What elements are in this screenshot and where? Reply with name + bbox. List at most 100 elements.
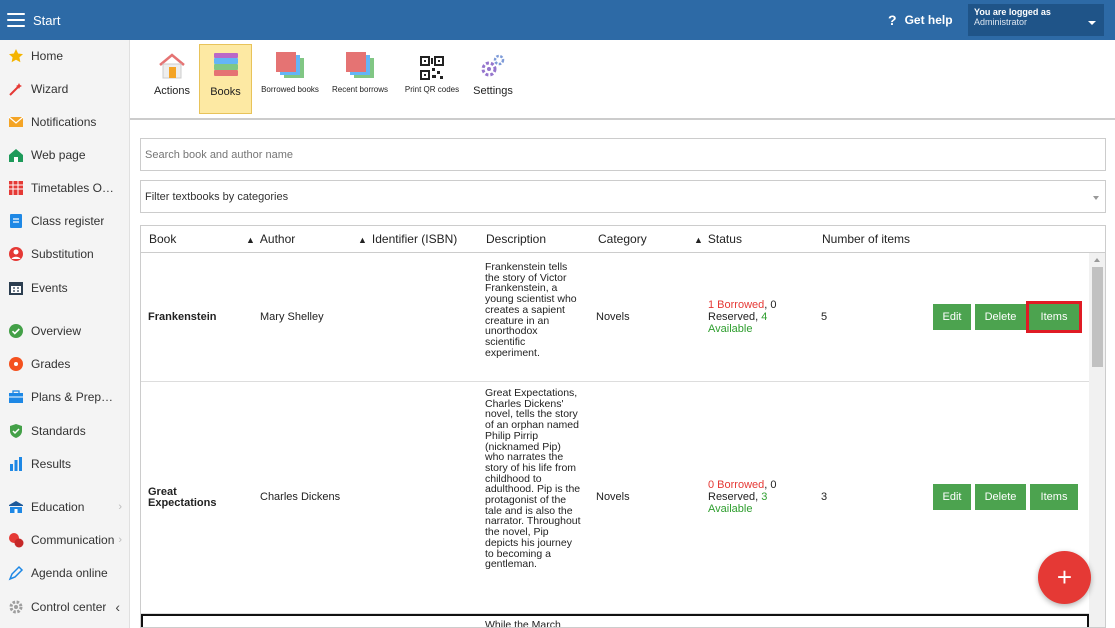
bar-chart-icon [8,456,24,472]
sidebar-item-timetables[interactable]: Timetables Onl... [0,174,130,202]
sidebar-item-label: Communication [31,533,115,547]
sidebar-item-label: Results [31,457,72,471]
sidebar-item-class-register[interactable]: Class register [0,207,130,235]
scroll-up-icon[interactable] [1094,258,1100,262]
add-book-button[interactable]: + [1038,551,1091,604]
sidebar-item-web-page[interactable]: Web page [0,141,130,169]
sidebar-item-label: Plans & Prepar... [31,390,117,404]
column-header-author-label: Author [259,232,296,246]
sidebar-item-overview[interactable]: Overview [0,317,130,345]
school-icon [8,499,24,515]
star-icon [8,48,24,64]
gear-icon [8,599,24,615]
borrowed-books-icon [274,50,306,80]
chevron-down-icon [1093,196,1099,200]
toolbar-books-label: Books [210,86,241,98]
toolbar-borrowed-label: Borrowed books [261,85,319,94]
book-status: 1 Borrowed, 0 Reserved, 4 Available [708,299,777,335]
user-logged-label: You are logged as [974,7,1051,17]
book-status: 0 Borrowed, 0 Reserved, 3 Available [708,479,777,515]
calendar-grid-icon [8,180,24,196]
table-row-selected[interactable]: While the March [141,614,1089,627]
envelope-icon [8,114,24,130]
sidebar-item-label: Control center [31,600,107,614]
column-header-description[interactable]: Description [486,232,546,246]
sidebar-item-plans[interactable]: Plans & Prepar... [0,383,130,411]
app-title[interactable]: Start [33,13,60,28]
column-header-author[interactable]: ▲ Author [246,232,295,246]
sidebar-item-label: Grades [31,357,71,371]
sidebar-item-standards[interactable]: Standards [0,417,130,445]
table-scrollbar[interactable] [1089,253,1105,627]
sidebar-item-label: Standards [31,424,86,438]
edit-button[interactable]: Edit [933,304,971,330]
sort-asc-icon: ▲ [358,235,367,245]
sidebar-item-agenda[interactable]: Agenda online [0,559,130,587]
door-house-icon [158,50,186,80]
sort-asc-icon: ▲ [694,235,703,245]
items-button[interactable]: Items [1030,484,1078,510]
sidebar-item-grades[interactable]: Grades [0,350,130,378]
book-description: Frankenstein tells the story of Victor F… [485,261,577,359]
chevron-left-icon[interactable]: ‹ [115,599,120,615]
toolbar-actions-label: Actions [153,85,191,97]
column-header-book[interactable]: Book [149,232,176,246]
sidebar-item-events[interactable]: Events [0,274,130,302]
sidebar-item-communication[interactable]: Communication › [0,526,130,554]
item-count: 5 [821,311,828,323]
user-menu[interactable]: You are logged as Administrator [968,4,1104,36]
shield-check-icon [8,423,24,439]
chevron-right-icon: › [118,534,122,546]
toolbar-recent-button[interactable]: Recent borrows [329,44,391,114]
chat-icon [8,532,24,548]
user-role: Administrator [974,17,1028,27]
book-category: Novels [596,311,630,323]
grades-circle-icon [8,356,24,372]
chevron-right-icon: › [118,501,122,513]
toolbar-settings-label: Settings [473,85,513,97]
category-filter-select[interactable]: Filter textbooks by categories [140,180,1106,213]
toolbar-settings-button[interactable]: Settings [469,44,517,114]
house-icon [8,147,24,163]
column-header-category[interactable]: Category [598,232,647,246]
item-count: 3 [821,491,828,503]
delete-button[interactable]: Delete [975,304,1026,330]
sidebar-item-control-center[interactable]: Control center ‹ [0,593,130,621]
sidebar-item-label: Home [31,49,64,63]
toolbar-books-button[interactable]: Books [199,44,252,114]
sidebar-item-home[interactable]: Home [0,42,130,70]
sidebar-item-notifications[interactable]: Notifications [0,108,130,136]
sidebar-item-label: Timetables Onl... [31,181,117,195]
column-header-items[interactable]: Number of items [822,232,910,246]
recent-borrows-icon [344,50,376,80]
delete-button[interactable]: Delete [975,484,1026,510]
wand-icon [8,81,24,97]
book-description: Great Expectations, Charles Dickens' nov… [485,387,581,571]
toolbar-qr-button[interactable]: Print QR codes [401,44,463,114]
top-bar: Start ? Get help You are logged as Admin… [0,0,1115,40]
sort-asc-icon: ▲ [246,235,255,245]
sidebar-item-substitution[interactable]: Substitution [0,240,130,268]
toolbar-qr-label: Print QR codes [404,85,460,94]
sidebar-item-wizard[interactable]: Wizard [0,75,130,103]
book-title: Frankenstein [148,311,217,323]
sidebar-item-results[interactable]: Results [0,450,130,478]
register-icon [8,213,24,229]
column-header-status[interactable]: ▲ Status [694,232,742,246]
scrollbar-thumb[interactable] [1092,267,1103,367]
question-icon: ? [888,12,897,28]
toolbar-borrowed-button[interactable]: Borrowed books [258,44,322,114]
menu-icon[interactable] [7,13,25,27]
sidebar-item-label: Class register [31,214,105,228]
search-input[interactable] [140,138,1106,171]
gears-icon [479,50,507,80]
get-help-button[interactable]: ? Get help [888,12,953,28]
sidebar-item-label: Agenda online [31,566,108,580]
toolbar-actions-button[interactable]: Actions [147,44,197,114]
table-row: Frankenstein Mary Shelley Frankenstein t… [141,253,1089,382]
column-header-isbn-label: Identifier (ISBN) [371,232,458,246]
edit-button[interactable]: Edit [933,484,971,510]
column-header-isbn[interactable]: ▲ Identifier (ISBN) [358,232,457,246]
items-button[interactable]: Items [1026,301,1082,333]
sidebar-item-education[interactable]: Education › [0,493,130,521]
